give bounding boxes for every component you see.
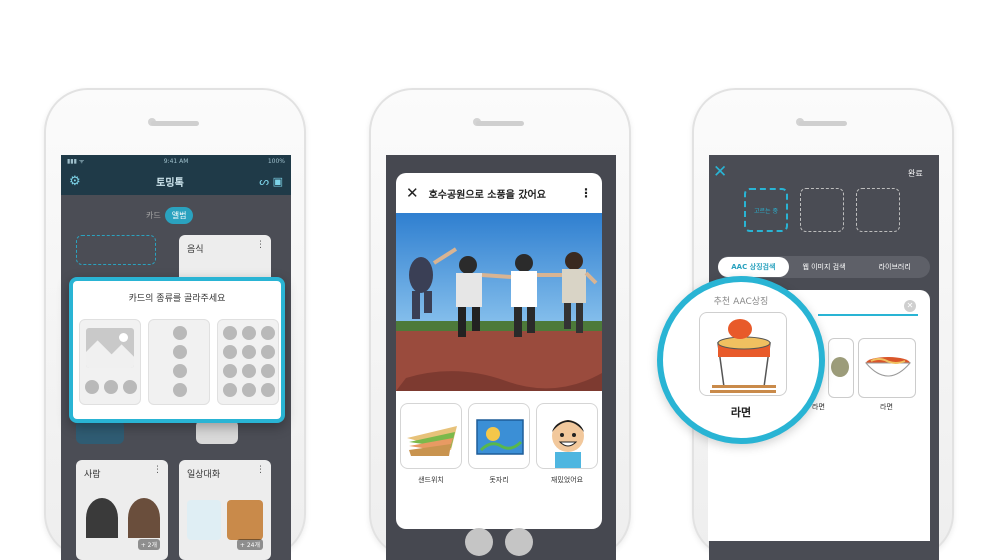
noodle-bowl-icon: [864, 357, 912, 377]
symbol-label: 샌드위치: [418, 476, 444, 484]
signal-icon: ▮▮▮ ᯤ: [67, 158, 85, 165]
result-card[interactable]: [858, 338, 916, 398]
result-label: 라면: [880, 403, 893, 411]
prev-button[interactable]: [465, 528, 493, 556]
dot-icon: [85, 380, 99, 394]
dot-icon: [173, 364, 187, 378]
close-icon[interactable]: ✕: [406, 184, 419, 202]
search-underline: [818, 314, 918, 316]
photo-thumbnail: [227, 500, 263, 540]
cup-noodle-icon: [710, 319, 776, 393]
dot-icon: [223, 345, 237, 359]
close-icon[interactable]: ✕: [713, 162, 727, 182]
story-card: ✕ 호수공원으로 소풍을 갔어요 ⋮ 샌드위치 돗자리 재밌었어요: [396, 173, 602, 529]
search-tabs: AAC 상징검색 웹 이미지 검색 라이브러리: [718, 256, 930, 278]
card-title: 사람: [84, 470, 101, 480]
edit-icon[interactable]: ᔕ ▣: [259, 175, 283, 188]
symbol-label: 돗자리: [489, 476, 509, 484]
picnic-mat-icon: [476, 419, 524, 455]
sandwich-icon: [407, 426, 457, 456]
symbol-card-mat[interactable]: [468, 403, 530, 469]
symbol-card-sandwich[interactable]: [400, 403, 462, 469]
jumping-kids-photo: [396, 213, 602, 391]
option-list-card[interactable]: [148, 319, 210, 405]
done-button[interactable]: 완료: [908, 168, 923, 179]
dialog-title: 카드의 종류를 골라주세요: [128, 294, 226, 304]
speaker-slot: [151, 121, 199, 126]
symbol-slot-empty[interactable]: [856, 188, 900, 232]
photo-thumbnail: [196, 420, 238, 444]
option-image-card[interactable]: [79, 319, 141, 405]
person-photo: [86, 498, 118, 538]
tab-web-image[interactable]: 웹 이미지 검색: [789, 262, 860, 272]
more-menu-icon[interactable]: ⋮: [256, 465, 265, 475]
tab-library[interactable]: 라이브러리: [859, 262, 930, 272]
smiling-face-icon: [552, 420, 584, 468]
symbol-thumbnail: [187, 500, 221, 540]
recommend-label: 추천 AAC상징: [713, 297, 769, 307]
dot-icon: [173, 326, 187, 340]
app-header: ⚙ 토밍톡 ᔕ ▣: [61, 167, 291, 195]
card-title: 호수공원으로 소풍을 갔어요: [428, 189, 546, 201]
zoom-callout: 추천 AAC상징 라면: [657, 276, 825, 444]
add-card-slot[interactable]: [76, 235, 156, 265]
symbol-slot-empty[interactable]: [800, 188, 844, 232]
album-card-daily[interactable]: 일상대화 ⋮ + 24개: [179, 460, 271, 560]
dot-icon: [173, 345, 187, 359]
status-time: 9:41 AM: [163, 157, 189, 165]
tab-aac-search[interactable]: AAC 상징검색: [718, 257, 789, 277]
dot-icon: [261, 383, 275, 397]
speaker-slot: [476, 121, 524, 126]
next-button[interactable]: [505, 528, 533, 556]
dot-icon: [223, 364, 237, 378]
dot-icon: [242, 345, 256, 359]
image-placeholder-icon: [86, 328, 134, 368]
dot-icon: [242, 383, 256, 397]
tab-card[interactable]: 카드: [146, 210, 161, 221]
clear-search-icon[interactable]: ✕: [904, 300, 916, 312]
dot-icon: [223, 326, 237, 340]
dot-icon: [261, 345, 275, 359]
album-card-people[interactable]: 사람 ⋮ + 2개: [76, 460, 168, 560]
result-card[interactable]: [828, 338, 854, 398]
status-battery: 100%: [267, 157, 285, 165]
dot-icon: [261, 364, 275, 378]
settings-gear-icon[interactable]: ⚙: [69, 174, 81, 189]
card-type-dialog: 카드의 종류를 골라주세요: [69, 277, 285, 423]
recommended-symbol-card[interactable]: [699, 312, 787, 396]
card-header: ✕ 호수공원으로 소풍을 갔어요 ⋮: [396, 173, 602, 213]
noodle-bowl-icon: [831, 357, 849, 377]
symbol-slot-active[interactable]: 고르는 중: [744, 188, 788, 232]
card-title: 일상대화: [187, 470, 221, 480]
dot-icon: [261, 326, 275, 340]
tab-album[interactable]: 앨범: [164, 207, 194, 224]
speaker-slot: [799, 121, 847, 126]
photo-thumbnail: [76, 420, 124, 444]
app-title: 토밍톡: [156, 177, 184, 189]
dot-icon: [173, 383, 187, 397]
card-title: 음식: [187, 245, 204, 255]
more-menu-icon[interactable]: ⋮: [580, 186, 592, 200]
more-menu-icon[interactable]: ⋮: [256, 240, 265, 250]
view-toggle: 카드 앨범: [146, 207, 194, 224]
slot-status: 고르는 중: [754, 208, 778, 215]
dot-icon: [104, 380, 118, 394]
symbol-label: 재밌었어요: [550, 476, 584, 484]
symbol-card-fun[interactable]: [536, 403, 598, 469]
zoom-symbol-label: 라면: [730, 406, 752, 419]
status-bar: ▮▮▮ ᯤ 9:41 AM 100%: [61, 155, 291, 167]
dot-icon: [123, 380, 137, 394]
option-grid-card[interactable]: [217, 319, 279, 405]
dot-icon: [242, 364, 256, 378]
person-photo: [128, 498, 160, 538]
dot-icon: [242, 326, 256, 340]
more-menu-icon[interactable]: ⋮: [153, 465, 162, 475]
dot-icon: [223, 383, 237, 397]
